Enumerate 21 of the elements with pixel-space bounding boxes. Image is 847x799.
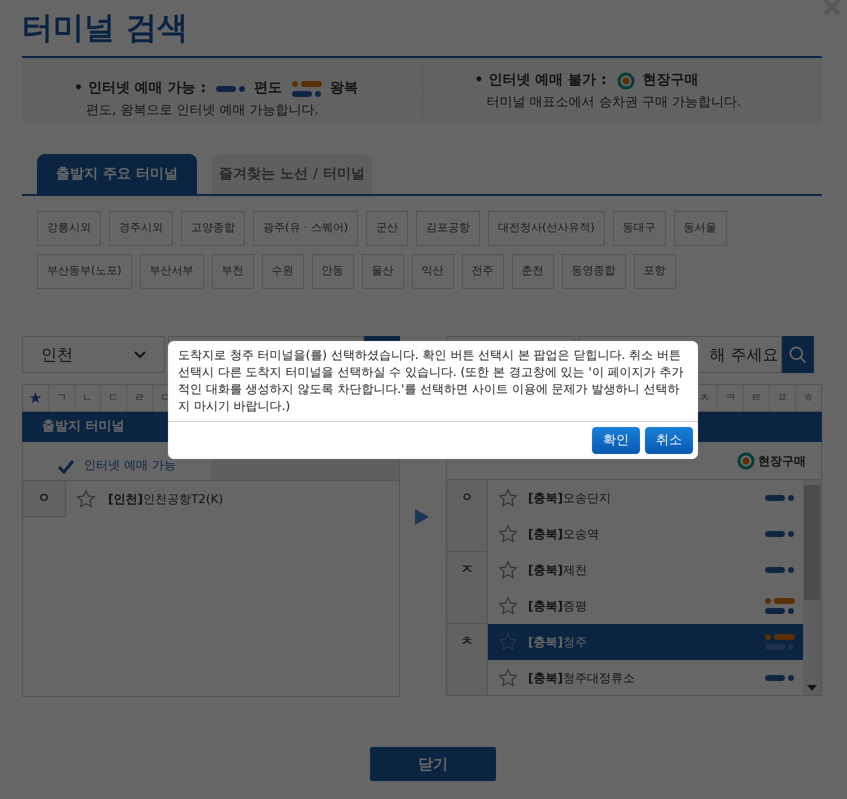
legend-text: 현장구매 xyxy=(642,71,699,90)
terminal-name: [충북]오송역 xyxy=(528,526,600,543)
terminal-name: [충북]청주대정류소 xyxy=(528,670,636,687)
legend-text: 왕복 xyxy=(330,79,358,98)
legend-label: • 인터넷 예매 불가 : xyxy=(474,71,607,90)
legend-note: 터미널 매표소에서 승차권 구매 가능합니다. xyxy=(486,94,742,112)
terminal-name: [충북]청주 xyxy=(528,634,588,651)
terminal-name: [충북]증평 xyxy=(528,598,588,615)
alert-message: 도착지로 청주 터미널을(를) 선택하셨습니다. 확인 버튼 선택시 본 팝업은 닫힙니다. 취소 버튼 선택시 다른 도착지 터미널을 선택하실 수 있습니다. (또한 본 경고창에 있는 '이 페이지가 추가적인 대화를 생성하지 않도록 차단합니다.'를 선택하면 사이트 이용에 문제가 발생하니 선택하지 마시기 바랍니다.) xyxy=(177,347,684,415)
initial-cell: ㅈ xyxy=(447,552,488,624)
page-title: 터미널 검색 xyxy=(22,9,188,48)
terminal-name: [충북]오송단지 xyxy=(528,490,612,507)
terminal-name: [충북]제천 xyxy=(528,562,588,579)
legend-text: 현장구매 xyxy=(758,452,806,470)
legend-label: • 인터넷 예매 가능 : xyxy=(74,79,206,98)
legend-text: 편도 xyxy=(254,79,282,98)
legend-note: 편도, 왕복으로 인터넷 예매 가능합니다. xyxy=(86,102,320,120)
initial-cell: ㅊ xyxy=(447,624,488,696)
initial-cell: ㅇ xyxy=(23,481,66,517)
terminal-name: [인천]인천공항T2(K) xyxy=(108,491,224,508)
initial-cell: ㅇ xyxy=(447,480,488,552)
